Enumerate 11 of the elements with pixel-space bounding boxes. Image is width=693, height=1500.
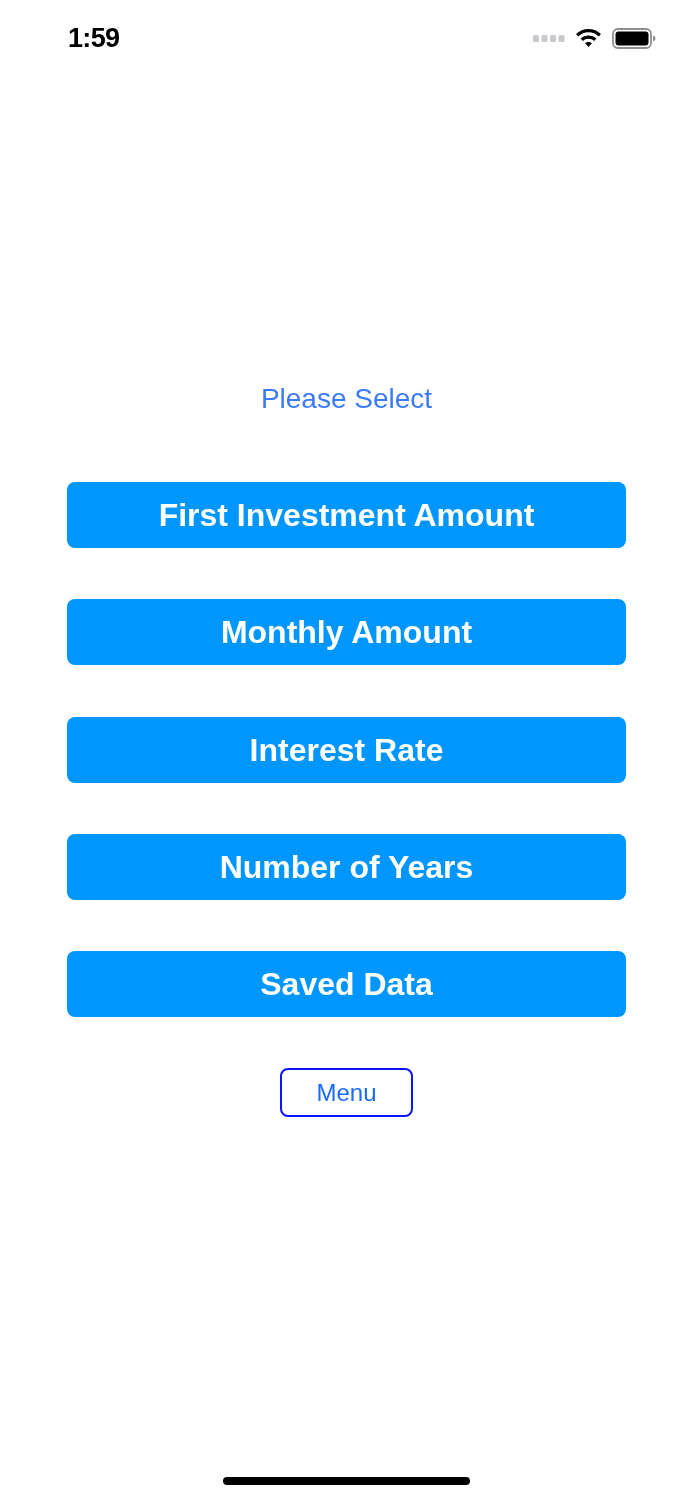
wifi-icon [576, 28, 601, 48]
signal-icon [533, 34, 565, 42]
option-button[interactable]: Interest Rate [67, 716, 626, 783]
option-button[interactable]: Saved Data [67, 951, 626, 1017]
option-button[interactable]: Number of Years [67, 833, 626, 900]
status-time: 1:59 [68, 24, 120, 52]
prompt-label: Please Select [260, 382, 433, 416]
option-button[interactable]: Monthly Amount [67, 599, 626, 666]
menu-button[interactable]: Menu [280, 1068, 413, 1117]
option-button[interactable]: First Investment Amount [67, 482, 626, 548]
battery-icon [612, 27, 656, 49]
